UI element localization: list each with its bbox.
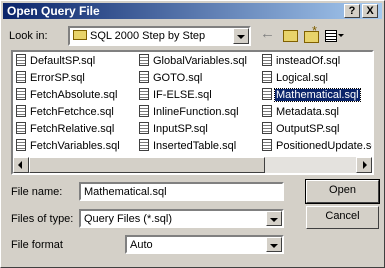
sql-file-icon bbox=[262, 88, 272, 101]
sql-file-icon bbox=[262, 139, 272, 152]
sql-file-icon bbox=[16, 88, 26, 101]
sql-file-icon bbox=[262, 71, 272, 84]
file-column-1: DefaultSP.sql ErrorSP.sql FetchAbsolute.sq… bbox=[15, 54, 121, 156]
new-folder-icon[interactable] bbox=[302, 23, 320, 43]
cancel-button[interactable]: Cancel bbox=[306, 206, 379, 229]
file-item-label: FetchFetchce.sql bbox=[30, 106, 114, 118]
file-item[interactable]: FetchFetchce.sql bbox=[15, 105, 121, 122]
look-in-value-wrap: SQL 2000 Step by Step bbox=[73, 30, 205, 42]
help-button[interactable]: ? bbox=[344, 4, 360, 18]
file-item-label: IF-ELSE.sql bbox=[153, 89, 212, 101]
look-in-dropdown[interactable]: SQL 2000 Step by Step bbox=[68, 26, 251, 46]
file-item-label: FetchVariables.sql bbox=[30, 140, 120, 152]
file-item[interactable]: InsertedTable.sql bbox=[138, 139, 248, 156]
sql-file-icon bbox=[16, 105, 26, 118]
file-item[interactable]: Metadata.sql bbox=[261, 105, 372, 122]
sql-file-icon bbox=[16, 54, 26, 67]
file-item-label: Logical.sql bbox=[276, 72, 328, 84]
file-list[interactable]: DefaultSP.sql ErrorSP.sql FetchAbsolute.sq… bbox=[11, 50, 374, 175]
file-item-label: FetchRelative.sql bbox=[30, 123, 115, 135]
sql-file-icon bbox=[139, 88, 149, 101]
chevron-down-icon[interactable] bbox=[266, 237, 282, 252]
file-item-label: FetchAbsolute.sql bbox=[30, 89, 118, 101]
file-item-label: InlineFunction.sql bbox=[153, 106, 239, 118]
file-column-3: insteadOf.sql Logical.sql Mathematical.sql… bbox=[261, 54, 374, 156]
open-button[interactable]: Open bbox=[305, 179, 380, 204]
file-item-label: ErrorSP.sql bbox=[30, 72, 85, 84]
file-item-label: DefaultSP.sql bbox=[30, 55, 96, 67]
file-item[interactable]: ErrorSP.sql bbox=[15, 71, 121, 88]
files-of-type-value: Query Files (*.sql) bbox=[84, 213, 173, 225]
file-item[interactable]: GOTO.sql bbox=[138, 71, 248, 88]
file-column-2: GlobalVariables.sql GOTO.sql IF-ELSE.sql In… bbox=[138, 54, 248, 156]
scroll-left-button[interactable] bbox=[13, 157, 29, 173]
folder-icon bbox=[73, 30, 87, 41]
view-menu-icon[interactable] bbox=[323, 27, 345, 43]
file-columns: DefaultSP.sql ErrorSP.sql FetchAbsolute.sq… bbox=[13, 54, 372, 154]
scroll-thumb[interactable] bbox=[29, 157, 265, 173]
dialog-title: Open Query File bbox=[7, 4, 100, 18]
close-button[interactable]: X bbox=[362, 4, 378, 18]
file-item-label: InsertedTable.sql bbox=[153, 140, 237, 152]
file-item[interactable]: InputSP.sql bbox=[138, 122, 248, 139]
file-format-value: Auto bbox=[130, 239, 153, 251]
sql-file-icon bbox=[262, 54, 272, 67]
file-item-label: Metadata.sql bbox=[276, 106, 339, 118]
up-one-level-icon[interactable] bbox=[281, 27, 299, 43]
file-format-dropdown[interactable]: Auto bbox=[125, 235, 284, 254]
file-item[interactable]: OutputSP.sql bbox=[261, 122, 372, 139]
sql-file-icon bbox=[139, 122, 149, 135]
chevron-down-icon[interactable] bbox=[266, 211, 282, 226]
file-name-value: Mathematical.sql bbox=[84, 186, 167, 198]
sql-file-icon bbox=[16, 122, 26, 135]
file-name-label: File name: bbox=[11, 186, 63, 198]
file-item[interactable]: Logical.sql bbox=[261, 71, 372, 88]
sql-file-icon bbox=[16, 139, 26, 152]
file-item[interactable]: IF-ELSE.sql bbox=[138, 88, 248, 105]
files-of-type-dropdown[interactable]: Query Files (*.sql) bbox=[79, 209, 284, 228]
sql-file-icon bbox=[262, 105, 272, 118]
file-item-label: PositionedUpdate.sql bbox=[276, 140, 374, 152]
sql-file-icon bbox=[16, 71, 26, 84]
file-item[interactable]: GlobalVariables.sql bbox=[138, 54, 248, 71]
file-item[interactable]: DefaultSP.sql bbox=[15, 54, 121, 71]
sql-file-icon bbox=[139, 105, 149, 118]
file-item[interactable]: Mathematical.sql bbox=[261, 88, 372, 105]
scroll-right-button[interactable] bbox=[356, 157, 372, 173]
files-of-type-label: Files of type: bbox=[11, 213, 74, 225]
file-item[interactable]: InlineFunction.sql bbox=[138, 105, 248, 122]
file-item-label: OutputSP.sql bbox=[276, 123, 340, 135]
file-item[interactable]: FetchVariables.sql bbox=[15, 139, 121, 156]
back-arrow-icon[interactable] bbox=[259, 25, 277, 43]
file-item-label: Mathematical.sql bbox=[274, 88, 361, 102]
sql-file-icon bbox=[139, 139, 149, 152]
file-item[interactable]: FetchAbsolute.sql bbox=[15, 88, 121, 105]
sql-file-icon bbox=[139, 71, 149, 84]
look-in-value: SQL 2000 Step by Step bbox=[90, 30, 206, 42]
file-item[interactable]: insteadOf.sql bbox=[261, 54, 372, 71]
file-item-label: GlobalVariables.sql bbox=[153, 55, 247, 67]
file-item[interactable]: FetchRelative.sql bbox=[15, 122, 121, 139]
sql-file-icon bbox=[139, 54, 149, 67]
open-query-file-dialog: Open Query File ? X Look in: SQL 2000 St… bbox=[0, 0, 385, 268]
file-item-label: InputSP.sql bbox=[153, 123, 208, 135]
file-name-input[interactable]: Mathematical.sql bbox=[79, 182, 284, 201]
chevron-down-icon[interactable] bbox=[233, 28, 249, 44]
horizontal-scrollbar[interactable] bbox=[13, 157, 372, 173]
file-format-label: File format bbox=[11, 239, 63, 251]
file-item[interactable]: PositionedUpdate.sql bbox=[261, 139, 374, 156]
title-bar[interactable]: Open Query File ? X bbox=[3, 3, 382, 19]
look-in-label: Look in: bbox=[9, 30, 48, 42]
file-item-label: GOTO.sql bbox=[153, 72, 203, 84]
sql-file-icon bbox=[262, 122, 272, 135]
file-item-label: insteadOf.sql bbox=[276, 55, 341, 67]
